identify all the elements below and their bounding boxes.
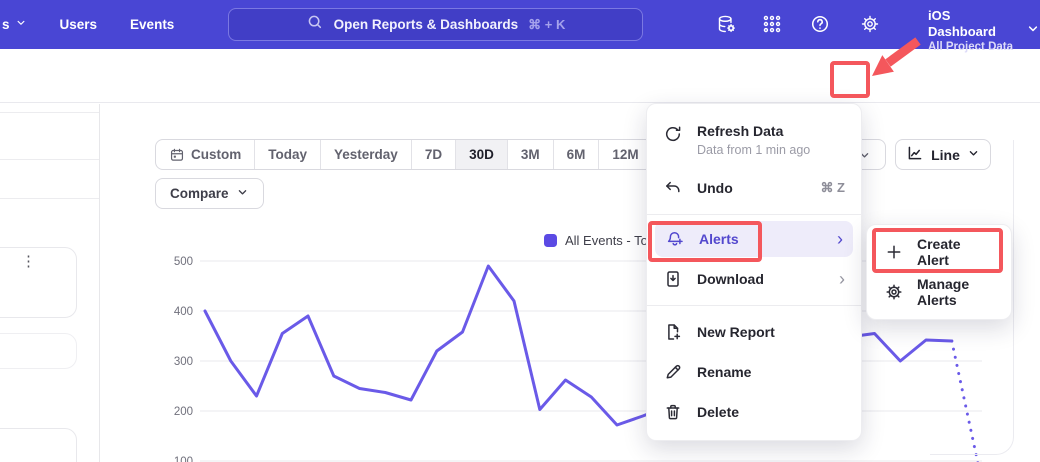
search-input[interactable]: Open Reports & Dashboards ⌘ + K <box>228 8 643 41</box>
data-management-icon[interactable] <box>715 13 737 35</box>
gear-icon <box>884 282 904 302</box>
project-subtitle: All Project Data <box>928 40 1014 54</box>
sidebar-divider <box>99 104 100 462</box>
date-range-today[interactable]: Today <box>254 140 320 169</box>
compare-label: Compare <box>170 186 229 201</box>
chart-type-label: Line <box>931 147 960 163</box>
chevron-down-icon <box>236 186 249 202</box>
menu-item-download[interactable]: Download› <box>647 259 861 299</box>
chart-legend: All Events - Total <box>544 233 662 248</box>
chevron-down-icon <box>1026 22 1040 41</box>
y-axis-tick: 400 <box>174 306 193 318</box>
sidebar-card[interactable]: ⋮ <box>0 247 77 318</box>
date-range-custom[interactable]: Custom <box>156 140 254 169</box>
y-axis-tick: 500 <box>174 256 193 268</box>
menu-item-sublabel: Data from 1 min ago <box>697 143 810 157</box>
menu-item-alerts[interactable]: Alerts› <box>655 221 853 257</box>
new-report-icon <box>663 322 683 342</box>
y-axis-tick: 200 <box>174 406 193 418</box>
nav-item-events[interactable]: Events <box>130 17 174 32</box>
search-shortcut: ⌘ + K <box>528 17 565 33</box>
settings-gear-icon[interactable] <box>859 13 881 35</box>
menu-item-manage-alerts[interactable]: Manage Alerts <box>867 272 1011 312</box>
sidebar-row-divider <box>0 112 99 113</box>
help-icon[interactable] <box>809 13 831 35</box>
y-axis-tick: 300 <box>174 356 193 368</box>
download-icon <box>663 269 683 289</box>
chevron-down-icon <box>967 147 980 163</box>
search-icon <box>306 13 324 36</box>
chevron-right-icon: › <box>839 270 845 288</box>
menu-item-rename[interactable]: Rename <box>647 352 861 392</box>
date-range-3m[interactable]: 3M <box>507 140 553 169</box>
nav-item-users[interactable]: Users <box>60 17 98 32</box>
sidebar-card[interactable] <box>0 333 77 369</box>
sidebar-card[interactable] <box>0 428 77 462</box>
project-selector[interactable]: iOS Dashboard All Project Data <box>928 8 1040 54</box>
compare-button[interactable]: Compare <box>155 178 264 209</box>
menu-item-new-report[interactable]: New Report <box>647 312 861 352</box>
kebab-menu-icon[interactable]: ⋮ <box>21 252 36 270</box>
bell-plus-icon <box>665 229 685 249</box>
menu-item-create-alert[interactable]: Create Alert <box>867 232 1011 272</box>
menu-separator <box>647 305 861 306</box>
chart-type-button[interactable]: Line <box>895 139 991 170</box>
undo-icon <box>663 178 683 198</box>
top-navigation-bar: s Users Events Open Reports & Dashboards… <box>0 0 1040 49</box>
refresh-icon <box>663 124 683 144</box>
apps-grid-icon[interactable] <box>761 13 783 35</box>
date-range-12m[interactable]: 12M <box>598 140 651 169</box>
keyboard-shortcut: ⌘ Z <box>820 180 845 196</box>
menu-item-refresh-data[interactable]: Refresh DataData from 1 min ago <box>647 114 861 168</box>
project-title: iOS Dashboard <box>928 8 1014 40</box>
more-options-menu: Refresh DataData from 1 min agoUndo⌘ Z Al… <box>646 103 862 441</box>
menu-separator <box>647 214 861 215</box>
sidebar-row-divider <box>0 198 99 199</box>
alerts-submenu: Create AlertManage Alerts <box>866 224 1012 320</box>
menu-item-delete[interactable]: Delete <box>647 392 861 432</box>
menu-item-undo[interactable]: Undo⌘ Z <box>647 168 861 208</box>
plus-icon <box>884 242 904 262</box>
pencil-icon <box>663 362 683 382</box>
legend-swatch <box>544 234 557 247</box>
date-range-30d[interactable]: 30D <box>455 140 507 169</box>
nav-item-truncated[interactable]: s <box>2 17 27 32</box>
trash-icon <box>663 402 683 422</box>
sidebar-row-divider <box>0 159 99 160</box>
chevron-right-icon: › <box>837 230 843 248</box>
date-range-7d[interactable]: 7D <box>411 140 455 169</box>
y-axis-tick: 100 <box>174 456 193 462</box>
date-range-6m[interactable]: 6M <box>553 140 599 169</box>
report-header <box>0 49 1040 103</box>
date-range-yesterday[interactable]: Yesterday <box>320 140 411 169</box>
search-placeholder: Open Reports & Dashboards <box>334 17 519 32</box>
chevron-down-icon <box>15 17 27 32</box>
line-chart-icon <box>906 144 924 165</box>
calendar-icon <box>169 147 185 163</box>
date-range-control: CustomTodayYesterday7D30D3M6M12M <box>155 139 653 170</box>
app-window: 500 400 300 200 100 All Events - Total ⋮ Cus… <box>0 0 1040 462</box>
